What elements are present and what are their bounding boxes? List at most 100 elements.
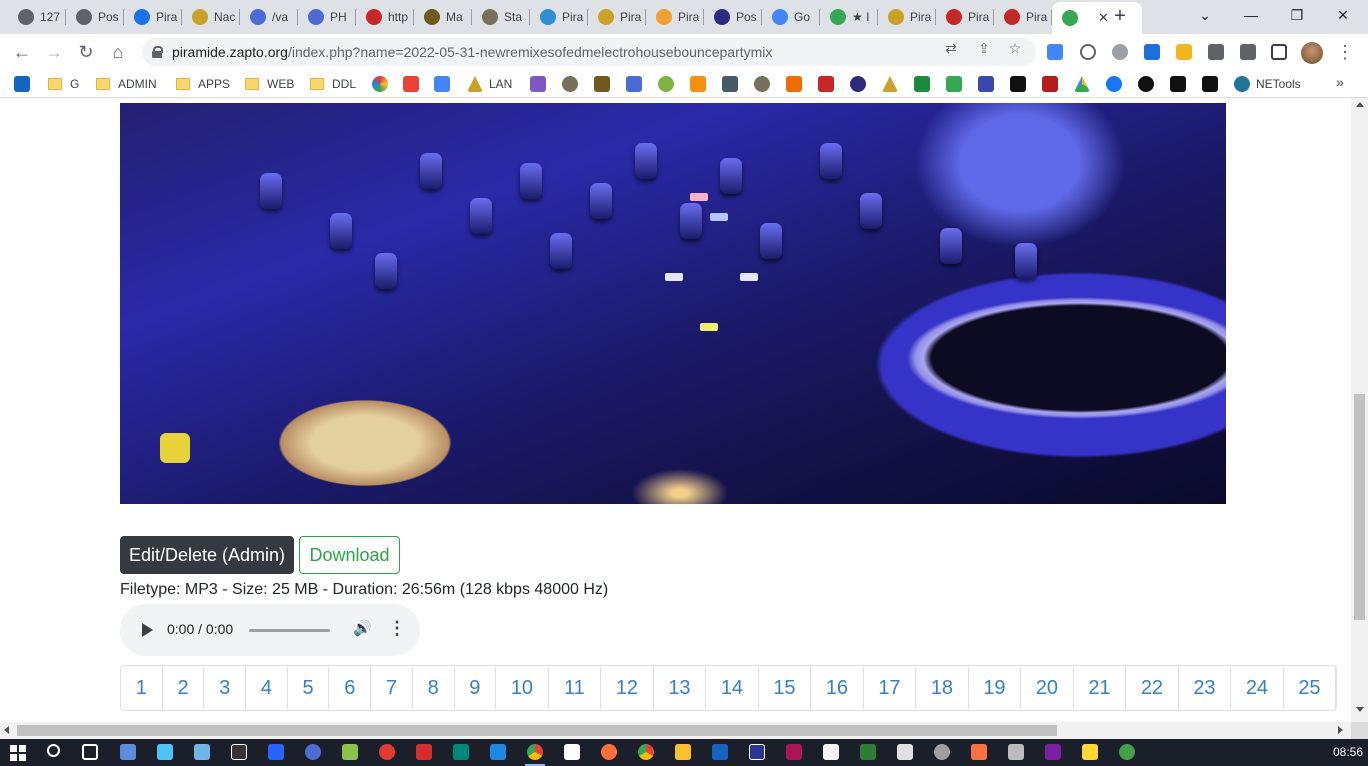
media-queue-icon[interactable] — [1240, 44, 1256, 60]
browser-tab[interactable]: Pos — [704, 5, 762, 29]
bookmark-icon-19[interactable] — [1202, 76, 1218, 92]
bookmark-icon-9[interactable] — [786, 76, 802, 92]
new-tab-button[interactable]: + — [1110, 6, 1130, 26]
mail-icon[interactable] — [490, 744, 506, 760]
writer-icon[interactable] — [564, 744, 580, 760]
browser-menu-icon[interactable]: ⋮ — [1336, 42, 1354, 62]
bookmark-icon-17[interactable] — [1138, 76, 1154, 92]
bookmark-folder-web[interactable]: WEB — [245, 76, 294, 92]
translate-extension-icon[interactable] — [1047, 44, 1063, 60]
chrome-icon[interactable] — [527, 744, 543, 760]
page-link-6[interactable]: 6 — [329, 666, 372, 710]
sticky-notes-icon[interactable] — [1082, 744, 1098, 760]
profile-avatar[interactable] — [1301, 42, 1323, 64]
browser-tab[interactable]: ★ I — [820, 5, 878, 29]
minimize-button[interactable]: — — [1239, 4, 1263, 26]
bookmark-icon-1[interactable] — [372, 76, 388, 92]
extensions-puzzle-icon[interactable] — [1208, 44, 1224, 60]
page-link-10[interactable]: 10 — [496, 666, 549, 710]
page-link-17[interactable]: 17 — [864, 666, 917, 710]
bookmark-icon-2[interactable] — [530, 76, 546, 92]
bookmark-folder-ddl[interactable]: DDL — [310, 76, 356, 92]
bookmark-icon-16[interactable] — [1042, 76, 1058, 92]
bookmark-icon-15[interactable] — [978, 76, 994, 92]
app-icon[interactable] — [897, 744, 913, 760]
browser-tab[interactable]: Pira — [530, 5, 588, 29]
bookmark-icon-6[interactable] — [658, 76, 674, 92]
bookmark-icon-11[interactable] — [850, 76, 866, 92]
vertical-scrollbar[interactable] — [1351, 98, 1368, 722]
lock-icon[interactable] — [152, 46, 163, 58]
bookmark-ip[interactable] — [1010, 76, 1026, 92]
bookmark-netools[interactable]: NETools — [1234, 76, 1301, 92]
globe-extension-icon[interactable] — [1112, 44, 1128, 60]
app-cube-icon[interactable] — [157, 744, 173, 760]
page-link-7[interactable]: 7 — [371, 666, 413, 710]
back-arrow-icon[interactable]: ← — [10, 40, 34, 64]
browser-tab[interactable]: Ma — [414, 5, 472, 29]
firefox-icon[interactable] — [601, 744, 617, 760]
task-view-icon[interactable] — [82, 744, 98, 760]
seek-slider[interactable] — [249, 629, 330, 632]
page-link-19[interactable]: 19 — [969, 666, 1022, 710]
chrome-alt-icon[interactable] — [379, 744, 395, 760]
browser-tab[interactable]: 127 — [8, 5, 66, 29]
bookmark-folder-admin[interactable]: ADMIN — [96, 76, 157, 92]
page-link-5[interactable]: 5 — [288, 666, 330, 710]
block-extension-icon[interactable] — [1080, 44, 1096, 60]
filezilla-icon[interactable] — [416, 744, 432, 760]
search-icon[interactable] — [47, 744, 60, 757]
bookmark-icon-3[interactable] — [562, 76, 578, 92]
scroll-down-arrow-icon[interactable] — [1356, 707, 1364, 712]
page-link-21[interactable]: 21 — [1074, 666, 1127, 710]
scroll-right-arrow-icon[interactable] — [1338, 726, 1343, 734]
cmd-icon[interactable] — [231, 744, 247, 760]
side-panel-icon[interactable] — [1271, 44, 1287, 60]
notepad-icon[interactable] — [120, 744, 136, 760]
share-icon[interactable]: ⇪ — [976, 40, 992, 56]
browser-tab[interactable]: Pos — [66, 5, 124, 29]
browser-tab[interactable]: Pira — [124, 5, 182, 29]
bookmark-icon-7[interactable] — [722, 76, 738, 92]
scroll-left-arrow-icon[interactable] — [4, 726, 9, 734]
browser-tab[interactable]: Pira — [936, 5, 994, 29]
page-link-8[interactable]: 8 — [413, 666, 455, 710]
dreamweaver-icon[interactable] — [860, 744, 876, 760]
file-explorer-icon[interactable] — [675, 744, 691, 760]
page-link-1[interactable]: 1 — [121, 666, 163, 710]
chrome-secondary-icon[interactable] — [638, 744, 654, 760]
page-link-25[interactable]: 25 — [1284, 666, 1337, 710]
page-link-15[interactable]: 15 — [759, 666, 812, 710]
play-icon[interactable] — [142, 623, 153, 637]
page-link-9[interactable]: 9 — [455, 666, 497, 710]
browser-tab[interactable]: Pira — [878, 5, 936, 29]
bookmark-icon-14[interactable] — [946, 76, 962, 92]
edit-delete-admin-button[interactable]: Edit/Delete (Admin) — [120, 536, 294, 574]
bookmark-phpmyadmin[interactable] — [690, 76, 706, 92]
page-link-22[interactable]: 22 — [1126, 666, 1179, 710]
settings-app-icon[interactable] — [934, 744, 950, 760]
browser-tab[interactable]: Pira — [646, 5, 704, 29]
powershell-icon[interactable] — [268, 744, 284, 760]
page-link-12[interactable]: 12 — [601, 666, 654, 710]
windows-start-icon[interactable] — [10, 745, 26, 761]
browser-tab[interactable]: PH — [298, 5, 356, 29]
bookmark-folder-g[interactable]: G — [48, 76, 79, 92]
maximize-button[interactable]: ❐ — [1285, 4, 1309, 26]
horizontal-scroll-thumb[interactable] — [17, 725, 1057, 736]
globe-app-icon[interactable] — [305, 744, 321, 760]
bookmark-lan[interactable]: LAN — [467, 76, 512, 92]
bookmark-icon-12[interactable] — [882, 76, 898, 92]
asp-icon[interactable] — [1045, 744, 1061, 760]
page-link-18[interactable]: 18 — [916, 666, 969, 710]
horizontal-scrollbar[interactable] — [0, 722, 1351, 739]
bookmark-icon-5[interactable] — [626, 76, 642, 92]
close-tab-icon[interactable]: ✕ — [1098, 10, 1109, 26]
tab-search-dropdown-icon[interactable]: ⌄ — [1193, 4, 1217, 26]
browser-tab[interactable]: Nac — [182, 5, 240, 29]
notepad-plus-icon[interactable] — [823, 744, 839, 760]
browser-tab[interactable]: Pira — [588, 5, 646, 29]
address-bar[interactable]: piramide.zapto.org/index.php?name=2022-0… — [142, 38, 1036, 66]
page-link-2[interactable]: 2 — [163, 666, 205, 710]
home-icon[interactable]: ⌂ — [106, 40, 130, 64]
